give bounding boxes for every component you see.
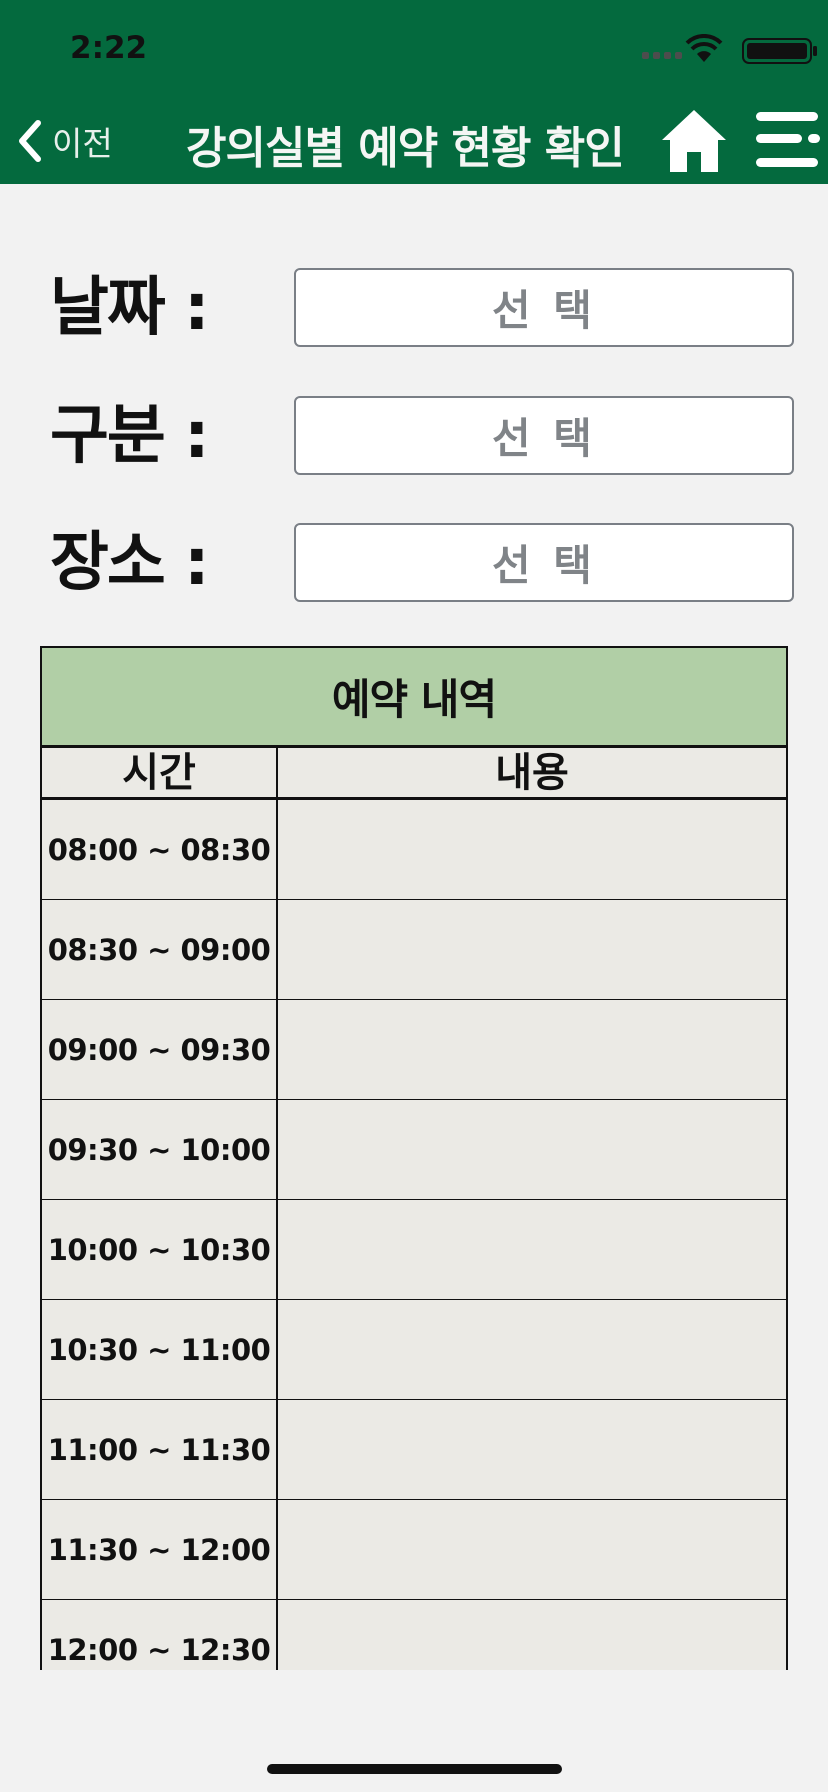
app-header: 2:22 이전 강의실별 예약 현황 확인 [0, 0, 828, 184]
time-cell: 10:00 ~ 10:30 [42, 1200, 278, 1299]
category-label: 구분 : [50, 399, 210, 473]
table-row[interactable]: 09:00 ~ 09:30 [42, 1000, 786, 1100]
cellular-signal-icon [642, 52, 682, 59]
home-indicator[interactable] [267, 1764, 562, 1774]
place-select[interactable]: 선 택 [294, 523, 794, 602]
table-row[interactable]: 11:30 ~ 12:00 [42, 1500, 786, 1600]
content-cell [278, 1500, 786, 1599]
home-icon[interactable] [658, 106, 730, 176]
content-cell [278, 1600, 786, 1670]
column-content-header: 내용 [495, 749, 569, 796]
time-cell: 09:00 ~ 09:30 [42, 1000, 278, 1099]
table-row[interactable]: 10:30 ~ 11:00 [42, 1300, 786, 1400]
content-cell [278, 1000, 786, 1099]
time-cell: 08:30 ~ 09:00 [42, 900, 278, 999]
category-select[interactable]: 선 택 [294, 396, 794, 475]
battery-icon [742, 38, 817, 64]
content-cell [278, 1200, 786, 1299]
column-time-header: 시간 [42, 748, 278, 797]
date-select[interactable]: 선 택 [294, 268, 794, 347]
time-cell: 10:30 ~ 11:00 [42, 1300, 278, 1399]
table-body: 08:00 ~ 08:30 08:30 ~ 09:00 09:00 ~ 09:3… [42, 800, 786, 1670]
table-row[interactable]: 11:00 ~ 11:30 [42, 1400, 786, 1500]
table-row[interactable]: 12:00 ~ 12:30 [42, 1600, 786, 1670]
status-time: 2:22 [70, 30, 148, 66]
time-cell: 11:30 ~ 12:00 [42, 1500, 278, 1599]
content-cell [278, 1400, 786, 1499]
status-indicators [620, 34, 820, 64]
chevron-left-icon [19, 120, 41, 162]
date-row: 날짜 : 선 택 [0, 268, 828, 348]
table-row[interactable]: 09:30 ~ 10:00 [42, 1100, 786, 1200]
content-cell [278, 900, 786, 999]
content-cell [278, 800, 786, 899]
page-title: 강의실별 예약 현황 확인 [186, 123, 625, 174]
back-button[interactable]: 이전 [14, 116, 113, 166]
wifi-icon [685, 34, 723, 62]
table-row[interactable]: 08:30 ~ 09:00 [42, 900, 786, 1000]
table-row[interactable]: 08:00 ~ 08:30 [42, 800, 786, 900]
content-cell [278, 1100, 786, 1199]
time-cell: 12:00 ~ 12:30 [42, 1600, 278, 1670]
time-cell: 11:00 ~ 11:30 [42, 1400, 278, 1499]
time-cell: 09:30 ~ 10:00 [42, 1100, 278, 1199]
content-cell [278, 1300, 786, 1399]
table-title: 예약 내역 [42, 648, 786, 748]
table-column-header: 시간 내용 [42, 748, 786, 800]
reservation-table: 예약 내역 시간 내용 08:00 ~ 08:30 08:30 ~ 09:00 … [40, 646, 788, 1670]
category-row: 구분 : 선 택 [0, 396, 828, 476]
date-label: 날짜 : [50, 271, 210, 345]
menu-icon[interactable] [752, 108, 822, 172]
place-label: 장소 : [50, 526, 210, 600]
place-row: 장소 : 선 택 [0, 523, 828, 603]
back-label: 이전 [52, 124, 113, 163]
time-cell: 08:00 ~ 08:30 [42, 800, 278, 899]
table-row[interactable]: 10:00 ~ 10:30 [42, 1200, 786, 1300]
